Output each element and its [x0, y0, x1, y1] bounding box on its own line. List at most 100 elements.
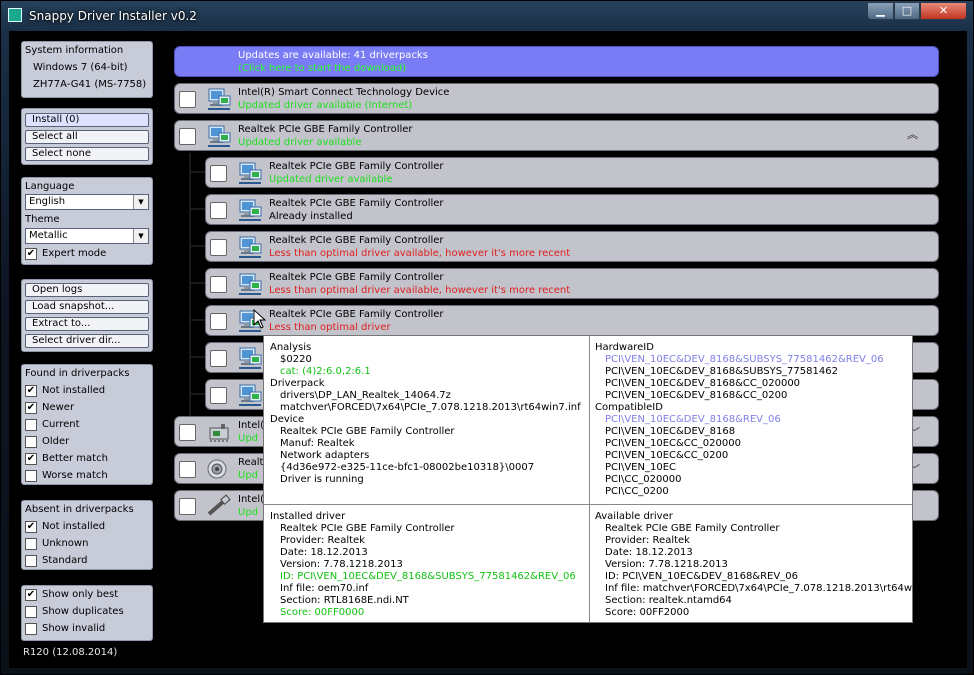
- filter-checkbox[interactable]: ✔: [25, 385, 37, 397]
- minimize-button[interactable]: ▁: [867, 2, 894, 20]
- filter-checkbox[interactable]: [25, 419, 37, 431]
- driver-checkbox[interactable]: [210, 313, 227, 330]
- download-link[interactable]: (Click here to start the download): [238, 63, 406, 74]
- select-none-button[interactable]: Select none: [25, 147, 149, 161]
- available-driver-name: Realtek PCIe GBE Family Controller: [605, 523, 780, 534]
- select-all-button[interactable]: Select all: [25, 130, 149, 144]
- analysis-code: $0220: [280, 354, 312, 365]
- driver-checkbox[interactable]: [210, 202, 227, 219]
- driver-name: Realtek PCIe GBE Family Controller: [269, 272, 444, 283]
- compatible-id-item: PCI\VEN_10EC&DEV_8168: [605, 426, 736, 437]
- close-button[interactable]: ✕: [920, 2, 967, 20]
- hardware-id-item: PCI\VEN_10EC&DEV_8168&SUBSYS_77581462: [605, 366, 838, 377]
- driver-checkbox[interactable]: [210, 165, 227, 182]
- updates-text: Updates are available: 41 driverpacks: [238, 50, 428, 61]
- device-name-text: Realtek PCIe GBE Family Controller: [280, 426, 455, 437]
- tree-line: [189, 153, 191, 417]
- version-label: R120 (12.08.2014): [23, 647, 118, 658]
- network-adapter-icon: [237, 346, 263, 370]
- device-group-row[interactable]: Realtek PCIe GBE Family Controller Updat…: [174, 120, 939, 151]
- driver-status: Already installed: [269, 211, 353, 222]
- tools-panel: Open logs Load snapshot... Extract to...…: [21, 279, 153, 352]
- filter-label: Unknown: [42, 538, 89, 549]
- device-checkbox[interactable]: [179, 91, 196, 108]
- device-checkbox[interactable]: [179, 128, 196, 145]
- window-title: Snappy Driver Installer v0.2: [29, 9, 197, 23]
- system-info-header: System information: [25, 45, 124, 56]
- tree-line: [189, 356, 205, 358]
- actions-panel: Install (0) Select all Select none: [21, 108, 153, 165]
- chevron-down-icon[interactable]: ▼: [133, 195, 148, 209]
- select-driver-dir-button[interactable]: Select driver dir...: [25, 334, 149, 348]
- installed-driver-date: Date: 18.12.2013: [280, 547, 368, 558]
- collapse-icon[interactable]: ︽: [907, 129, 918, 140]
- compatible-id-item: PCI\VEN_10EC&DEV_8168&REV_06: [605, 414, 781, 425]
- maximize-button[interactable]: □: [894, 2, 920, 20]
- device-header: Device: [270, 414, 305, 425]
- filter-label: Standard: [42, 555, 88, 566]
- chevron-down-icon[interactable]: ▼: [133, 229, 148, 243]
- filter-label: Worse match: [42, 470, 108, 481]
- view-checkbox[interactable]: [25, 623, 37, 635]
- installed-driver-inf: Inf file: oem70.inf: [280, 583, 369, 594]
- open-logs-button[interactable]: Open logs: [25, 283, 149, 297]
- view-checkbox[interactable]: ✔: [25, 589, 37, 601]
- language-select[interactable]: English ▼: [25, 194, 149, 210]
- load-snapshot-button[interactable]: Load snapshot...: [25, 300, 149, 314]
- driver-checkbox[interactable]: [210, 350, 227, 367]
- extract-to-button[interactable]: Extract to...: [25, 317, 149, 331]
- install-button[interactable]: Install (0): [25, 113, 149, 127]
- available-driver-header: Available driver: [595, 511, 673, 522]
- view-checkbox[interactable]: [25, 606, 37, 618]
- absent-header: Absent in driverpacks: [25, 504, 134, 515]
- view-label: Show only best: [42, 589, 119, 600]
- filter-label: Newer: [42, 402, 75, 413]
- device-checkbox[interactable]: [179, 498, 196, 515]
- filter-checkbox[interactable]: ✔: [25, 521, 37, 533]
- updates-banner[interactable]: Updates are available: 41 driverpacks (C…: [174, 46, 939, 77]
- driver-checkbox[interactable]: [210, 387, 227, 404]
- network-adapter-icon: [237, 198, 263, 222]
- device-checkbox[interactable]: [179, 461, 196, 478]
- expert-mode-checkbox[interactable]: ✔: [25, 248, 37, 260]
- hardware-id-item: PCI\VEN_10EC&DEV_8168&CC_020000: [605, 378, 801, 389]
- filter-label: Not installed: [42, 385, 106, 396]
- available-driver-score: Score: 00FF2000: [605, 607, 690, 618]
- driver-row[interactable]: Realtek PCIe GBE Family Controller Less …: [205, 305, 939, 336]
- device-row[interactable]: Intel(R) Smart Connect Technology Device…: [174, 83, 939, 114]
- driver-checkbox[interactable]: [210, 239, 227, 256]
- view-options-panel: ✔ Show only best Show duplicates Show in…: [21, 585, 153, 641]
- driver-name: Realtek PCIe GBE Family Controller: [269, 309, 444, 320]
- theme-select[interactable]: Metallic ▼: [25, 228, 149, 244]
- filter-checkbox[interactable]: [25, 470, 37, 482]
- driver-status: Less than optimal driver available, howe…: [269, 285, 571, 296]
- filter-checkbox[interactable]: [25, 555, 37, 567]
- network-adapter-icon: [206, 87, 232, 111]
- tree-line: [189, 282, 205, 284]
- driver-row[interactable]: Realtek PCIe GBE Family Controller Alrea…: [205, 194, 939, 225]
- filter-checkbox[interactable]: ✔: [25, 453, 37, 465]
- device-guid: {4d36e972-e325-11ce-bfc1-08002be10318}\0…: [280, 462, 535, 473]
- device-status: Updated driver available (Internet): [238, 100, 413, 111]
- driver-row[interactable]: Realtek PCIe GBE Family Controller Updat…: [205, 157, 939, 188]
- settings-panel: Language English ▼ Theme Metallic ▼ ✔ Ex…: [21, 177, 153, 265]
- filter-checkbox[interactable]: ✔: [25, 402, 37, 414]
- speaker-icon: [206, 457, 232, 481]
- title-bar[interactable]: Snappy Driver Installer v0.2 ▁ □ ✕: [1, 1, 973, 31]
- device-state: Driver is running: [280, 474, 364, 485]
- driver-row[interactable]: Realtek PCIe GBE Family Controller Less …: [205, 231, 939, 262]
- mouse-cursor-icon: [253, 309, 267, 329]
- installed-driver-section: Section: RTL8168E.ndi.NT: [280, 595, 409, 606]
- filter-checkbox[interactable]: [25, 436, 37, 448]
- driver-checkbox[interactable]: [210, 276, 227, 293]
- device-checkbox[interactable]: [179, 424, 196, 441]
- driver-row[interactable]: Realtek PCIe GBE Family Controller Less …: [205, 268, 939, 299]
- compatible-id-item: PCI\CC_020000: [605, 474, 682, 485]
- driver-name: Realtek PCIe GBE Family Controller: [269, 198, 444, 209]
- tree-line: [189, 245, 205, 247]
- filter-checkbox[interactable]: [25, 538, 37, 550]
- tree-line: [189, 171, 205, 173]
- installed-driver-header: Installed driver: [270, 511, 346, 522]
- driver-name: Realtek PCIe GBE Family Controller: [269, 161, 444, 172]
- usb-icon: [206, 494, 232, 518]
